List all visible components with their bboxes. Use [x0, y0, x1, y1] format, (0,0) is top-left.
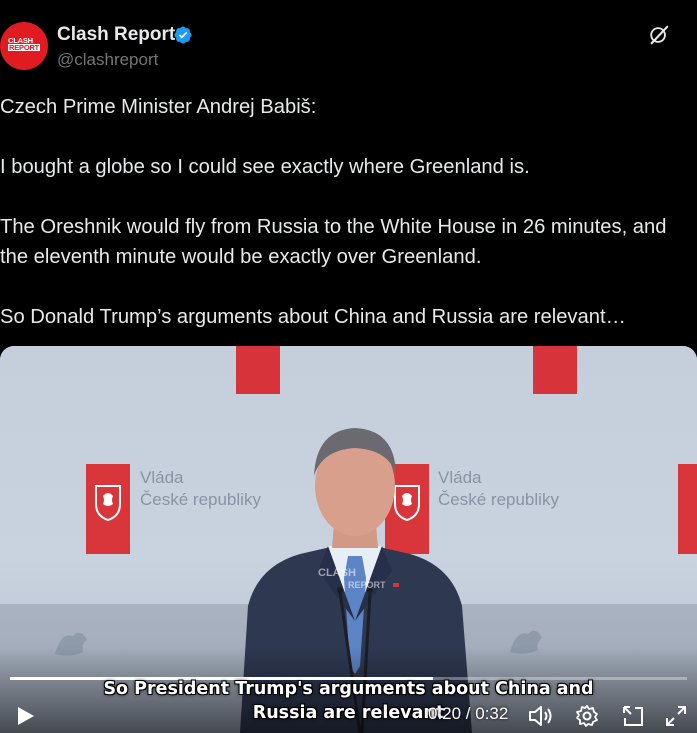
avatar[interactable]: CLASH REPORT	[0, 22, 48, 70]
tweet-line-4: the eleventh minute would be exactly ove…	[0, 246, 482, 268]
video-frame: Vláda České republiky Vláda České republ…	[0, 346, 697, 733]
volume-icon[interactable]	[528, 704, 554, 728]
video-watermark: CLASH	[318, 567, 356, 579]
government-crest	[86, 464, 130, 554]
fullscreen-icon[interactable]	[664, 704, 688, 728]
flag-banner	[236, 346, 280, 394]
video-watermark: REPORT	[348, 580, 386, 590]
tweet-line-2: I bought a globe so I could see exactly …	[0, 156, 530, 178]
avatar-text-2: REPORT	[8, 43, 41, 52]
verified-badge-icon	[174, 26, 192, 44]
government-crest	[678, 464, 697, 554]
popout-icon[interactable]	[621, 704, 645, 728]
grok-icon[interactable]	[648, 24, 670, 46]
tweet-line-1: Czech Prime Minister Andrej Babiš:	[0, 96, 317, 118]
tweet-header: CLASH REPORT Clash Report @clashreport	[0, 0, 697, 90]
video-time: 0:20 / 0:32	[428, 704, 509, 723]
video-controls	[0, 695, 697, 733]
flag-banner	[533, 346, 577, 394]
tweet-line-3: The Oreshnik would fly from Russia to th…	[0, 216, 667, 238]
author-name[interactable]: Clash Report	[57, 24, 175, 46]
author-handle[interactable]: @clashreport	[57, 50, 158, 70]
play-icon[interactable]	[14, 705, 36, 727]
gear-icon[interactable]	[575, 704, 599, 728]
video-player[interactable]: Vláda České republiky Vláda České republ…	[0, 346, 697, 733]
tweet-line-5: So Donald Trump’s arguments about China …	[0, 306, 626, 328]
tweet-text: Czech Prime Minister Andrej Babiš: I bou…	[0, 92, 697, 332]
avatar-logo: CLASH REPORT	[8, 37, 41, 52]
